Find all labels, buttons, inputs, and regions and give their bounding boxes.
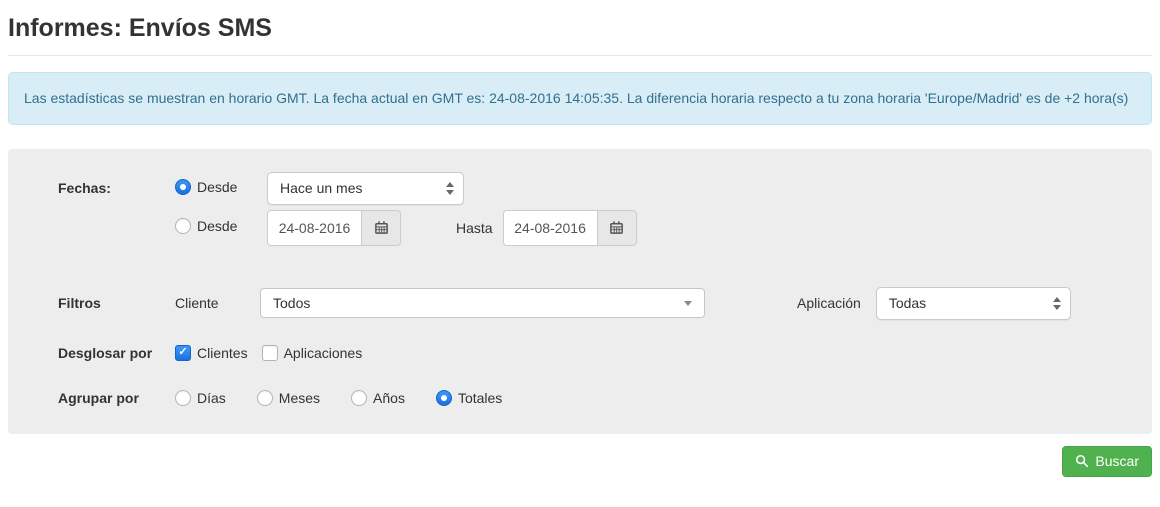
aplicacion-label: Aplicación [797,295,861,311]
period-preset-value: Hace un mes [280,180,362,196]
radio-icon[interactable] [257,390,273,406]
desglosar-label: Desglosar por [58,345,175,361]
desde-range-radio[interactable]: Desde [175,218,237,234]
radio-icon[interactable] [175,218,191,234]
date-from-group [267,210,401,246]
chevron-down-icon [684,301,692,306]
gmt-info-alert: Las estadísticas se muestran en horario … [8,72,1152,125]
radio-icon[interactable] [175,390,191,406]
desglosar-aplicaciones-label: Aplicaciones [284,345,363,361]
checkbox-icon[interactable] [262,345,278,361]
desglosar-row: Desglosar por Clientes Aplicaciones [58,343,1112,363]
date-to-calendar-button[interactable] [597,210,637,246]
desde-range-radio-label: Desde [197,218,237,234]
agrupar-dias-radio[interactable]: Días [175,390,226,406]
title-divider [8,55,1152,56]
agrupar-totales-radio[interactable]: Totales [436,390,502,406]
page: Informes: Envíos SMS Las estadísticas se… [0,0,1160,489]
agrupar-totales-label: Totales [458,390,502,406]
page-title: Informes: Envíos SMS [8,0,1152,43]
agrupar-label: Agrupar por [58,390,175,406]
agrupar-meses-label: Meses [279,390,320,406]
fechas-range-row: Desde Hasta [58,210,1112,246]
desde-preset-radio[interactable]: Desde [175,179,237,195]
date-to-input[interactable] [503,210,598,246]
agrupar-anos-label: Años [373,390,405,406]
desde-preset-radio-label: Desde [197,179,237,195]
cliente-select[interactable]: Todos [260,288,705,318]
gmt-info-text: Las estadísticas se muestran en horario … [24,90,1128,106]
cliente-label: Cliente [175,295,260,311]
aplicacion-select[interactable]: Todas [876,287,1071,320]
fechas-label: Fechas: [58,180,175,196]
date-to-group [503,210,637,246]
aplicacion-select-value: Todas [889,295,926,311]
buscar-button-label: Buscar [1095,453,1139,469]
radio-icon[interactable] [175,179,191,195]
date-from-input[interactable] [267,210,362,246]
filtros-label: Filtros [58,295,175,311]
filtros-row: Filtros Cliente Todos Aplicación Todas [58,287,1112,320]
desglosar-clientes-label: Clientes [197,345,248,361]
desglosar-clientes-checkbox[interactable]: Clientes [175,345,248,361]
calendar-icon [609,220,624,235]
period-preset-select[interactable]: Hace un mes [267,172,464,205]
stepper-arrows-icon [1053,297,1061,310]
cliente-select-value: Todos [273,295,310,311]
filters-panel: Fechas: Desde Hace un mes Desde [8,149,1152,434]
stepper-arrows-icon [446,182,454,195]
radio-icon[interactable] [351,390,367,406]
hasta-label: Hasta [456,220,493,236]
magnifier-icon [1075,454,1089,468]
fechas-preset-row: Fechas: Desde Hace un mes [58,172,1112,205]
radio-icon[interactable] [436,390,452,406]
calendar-icon [374,220,389,235]
date-from-calendar-button[interactable] [361,210,401,246]
buscar-button[interactable]: Buscar [1062,446,1152,477]
agrupar-row: Agrupar por Días Meses Años Totales [58,388,1112,408]
checkbox-icon[interactable] [175,345,191,361]
agrupar-meses-radio[interactable]: Meses [257,390,320,406]
actions-bar: Buscar [8,434,1152,489]
agrupar-dias-label: Días [197,390,226,406]
desglosar-aplicaciones-checkbox[interactable]: Aplicaciones [262,345,363,361]
agrupar-anos-radio[interactable]: Años [351,390,405,406]
